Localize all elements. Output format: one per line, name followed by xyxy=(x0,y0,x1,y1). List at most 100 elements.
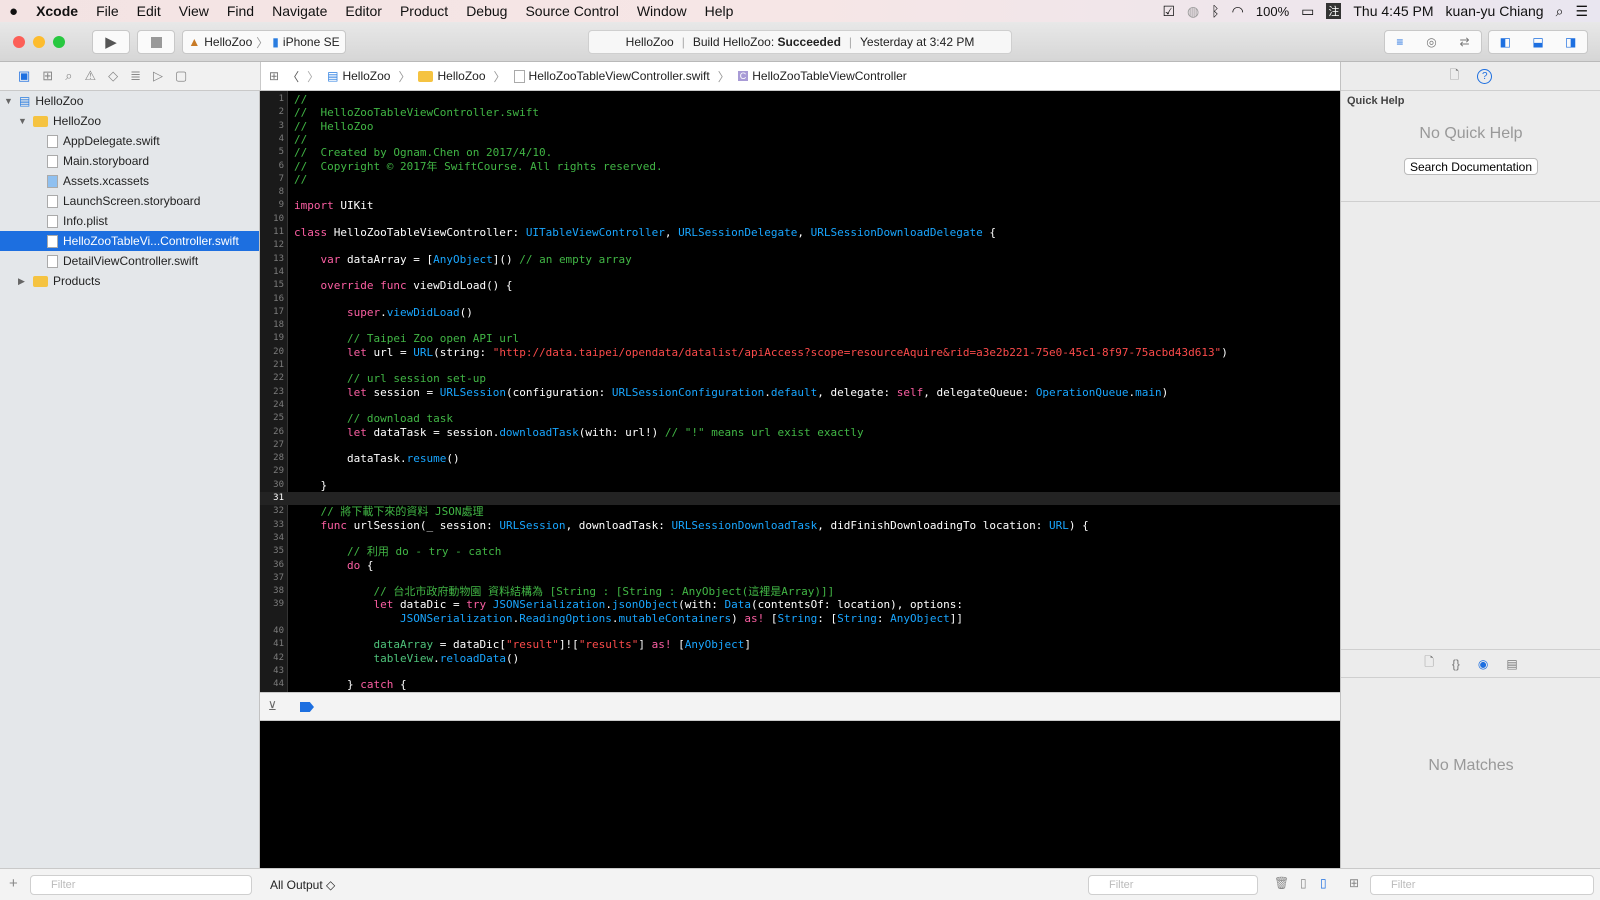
navigator-item[interactable]: Info.plist xyxy=(0,211,259,231)
code-line[interactable]: 11 class HelloZooTableViewController: UIT… xyxy=(260,226,1340,239)
project-navigator-icon[interactable]: ▣ xyxy=(18,68,30,84)
code-line[interactable]: 23 let session = URLSession(configuratio… xyxy=(260,386,1340,399)
hide-debug-area-icon[interactable]: ⊻ xyxy=(268,699,277,713)
notification-center-icon[interactable]: ☰ xyxy=(1575,3,1588,20)
code-line[interactable]: 22 // url session set-up xyxy=(260,372,1340,385)
code-line[interactable]: 30 } xyxy=(260,479,1340,492)
code-line[interactable]: 27 xyxy=(260,439,1340,452)
code-line[interactable]: 21 xyxy=(260,359,1340,372)
code-snippet-library-icon[interactable]: {} xyxy=(1452,657,1460,671)
disclosure-open-icon[interactable]: ▼ xyxy=(4,96,14,106)
bluetooth-icon[interactable]: ᛒ xyxy=(1211,3,1219,19)
menu-window[interactable]: Window xyxy=(628,3,696,19)
code-line[interactable]: 26 let dataTask = session.downloadTask(w… xyxy=(260,426,1340,439)
related-items-icon[interactable]: ⊞ xyxy=(269,69,279,83)
menu-view[interactable]: View xyxy=(170,3,218,19)
code-line[interactable]: 18 xyxy=(260,319,1340,332)
input-method-icon[interactable]: 注 xyxy=(1326,3,1342,19)
navigator-filter-input[interactable]: Filter xyxy=(30,875,252,895)
breadcrumb-file[interactable]: HelloZooTableViewController.swift xyxy=(513,69,710,83)
code-line[interactable]: 16 xyxy=(260,293,1340,306)
all-output-select[interactable]: All Output ◇ xyxy=(270,878,335,892)
console-output[interactable] xyxy=(260,721,1340,868)
source-editor[interactable]: 1 // 2 // HelloZooTableViewController.swift… xyxy=(260,91,1340,692)
navigator-item[interactable]: DetailViewController.swift xyxy=(0,251,259,271)
code-line[interactable]: 40 xyxy=(260,625,1340,638)
code-line[interactable]: 32 // 將下載下來的資料 JSON處理 xyxy=(260,505,1340,518)
console-view-icon[interactable]: ▯ xyxy=(1320,876,1327,890)
wifi-icon[interactable]: ◠ xyxy=(1232,3,1244,20)
menu-debug[interactable]: Debug xyxy=(457,3,516,19)
battery-percent[interactable]: 100% xyxy=(1256,4,1289,19)
battery-icon[interactable]: ▭ xyxy=(1301,3,1314,20)
code-line[interactable]: 4 // xyxy=(260,133,1340,146)
code-line[interactable]: 36 do { xyxy=(260,559,1340,572)
code-line[interactable]: 38 // 台北市政府動物園 資料結構為 [String : [String :… xyxy=(260,585,1340,598)
version-editor-icon[interactable]: ⇄ xyxy=(1460,35,1470,49)
toggle-navigator-icon[interactable]: ◧ xyxy=(1500,35,1511,49)
code-line[interactable]: 9 import UIKit xyxy=(260,199,1340,212)
report-navigator-icon[interactable]: ▢ xyxy=(175,68,187,84)
assistant-editor-icon[interactable]: ◎ xyxy=(1426,35,1436,49)
search-documentation-button[interactable]: Search Documentation xyxy=(1404,158,1538,175)
code-line[interactable]: 1 // xyxy=(260,93,1340,106)
menu-find[interactable]: Find xyxy=(218,3,263,19)
toggle-debug-area-icon[interactable]: ⬓ xyxy=(1532,35,1543,49)
navigator-item[interactable]: ▼ HelloZoo xyxy=(0,111,259,131)
add-file-icon[interactable]: + xyxy=(9,875,18,892)
file-template-library-icon[interactable]: 🗋 xyxy=(1424,653,1434,674)
test-navigator-icon[interactable]: ◇ xyxy=(108,68,118,84)
code-line[interactable]: 41 dataArray = dataDic["result"]!["resul… xyxy=(260,638,1340,651)
stop-button[interactable] xyxy=(137,30,175,54)
code-line[interactable]: 8 xyxy=(260,186,1340,199)
menu-product[interactable]: Product xyxy=(391,3,457,19)
object-library-icon[interactable]: ◉ xyxy=(1478,657,1488,671)
file-inspector-icon[interactable]: 🗋 xyxy=(1450,66,1460,87)
code-line[interactable]: 42 tableView.reloadData() xyxy=(260,652,1340,665)
close-window-button[interactable] xyxy=(13,36,25,48)
headphones-icon[interactable]: ◍ xyxy=(1187,3,1199,20)
navigator-item[interactable]: HelloZooTableVi...Controller.swift xyxy=(0,231,259,251)
zoom-window-button[interactable] xyxy=(53,36,65,48)
library-filter-input[interactable]: Filter xyxy=(1370,875,1594,895)
run-button[interactable]: ▶ xyxy=(92,30,130,54)
code-line[interactable]: 17 super.viewDidLoad() xyxy=(260,306,1340,319)
code-line[interactable]: 3 // HelloZoo xyxy=(260,120,1340,133)
code-line[interactable]: 24 xyxy=(260,399,1340,412)
issue-navigator-icon[interactable]: ⚠ xyxy=(84,68,96,84)
forward-button[interactable]: 〉 xyxy=(307,68,319,85)
code-line[interactable]: 25 // download task xyxy=(260,412,1340,425)
menu-source-control[interactable]: Source Control xyxy=(516,3,627,19)
disclosure-closed-icon[interactable]: ▶ xyxy=(18,276,28,287)
navigator-item[interactable]: ▶ Products xyxy=(0,271,259,291)
breadcrumb-project[interactable]: ▤ HelloZoo xyxy=(327,69,390,83)
symbol-navigator-icon[interactable]: ⊞ xyxy=(42,68,53,84)
menu-navigate[interactable]: Navigate xyxy=(263,3,336,19)
code-line[interactable]: 12 xyxy=(260,239,1340,252)
trash-icon[interactable]: 🗑 xyxy=(1274,876,1289,890)
menu-editor[interactable]: Editor xyxy=(336,3,391,19)
menu-file[interactable]: File xyxy=(87,3,128,19)
spotlight-icon[interactable]: ⌕ xyxy=(1556,3,1564,20)
code-line[interactable]: 6 // Copyright © 2017年 SwiftCourse. All r… xyxy=(260,160,1340,173)
navigator-item[interactable]: AppDelegate.swift xyxy=(0,131,259,151)
quick-help-icon[interactable]: ? xyxy=(1477,68,1493,84)
disclosure-open-icon[interactable]: ▼ xyxy=(18,116,28,126)
grid-view-icon[interactable]: ⊞ xyxy=(1349,876,1359,890)
code-line[interactable]: 14 xyxy=(260,266,1340,279)
menu-edit[interactable]: Edit xyxy=(128,3,170,19)
code-line[interactable]: 34 xyxy=(260,532,1340,545)
media-library-icon[interactable]: ▤ xyxy=(1506,657,1517,671)
code-line[interactable]: 35 // 利用 do - try - catch xyxy=(260,545,1340,558)
code-line[interactable]: 13 var dataArray = [AnyObject]() // an e… xyxy=(260,253,1340,266)
code-line[interactable]: 2 // HelloZooTableViewController.swift xyxy=(260,106,1340,119)
toggle-utilities-icon[interactable]: ◨ xyxy=(1565,35,1576,49)
console-filter-input[interactable]: Filter xyxy=(1088,875,1258,895)
code-line[interactable]: 43 xyxy=(260,665,1340,678)
breakpoint-navigator-icon[interactable]: ▷ xyxy=(153,68,163,84)
code-line[interactable]: 29 xyxy=(260,465,1340,478)
navigator-item[interactable]: ▼ ▤ HelloZoo xyxy=(0,91,259,111)
debug-navigator-icon[interactable]: ≣ xyxy=(130,68,141,84)
checklist-icon[interactable]: ☑ xyxy=(1162,3,1175,20)
code-line[interactable]: 5 // Created by Ognam.Chen on 2017/4/10. xyxy=(260,146,1340,159)
